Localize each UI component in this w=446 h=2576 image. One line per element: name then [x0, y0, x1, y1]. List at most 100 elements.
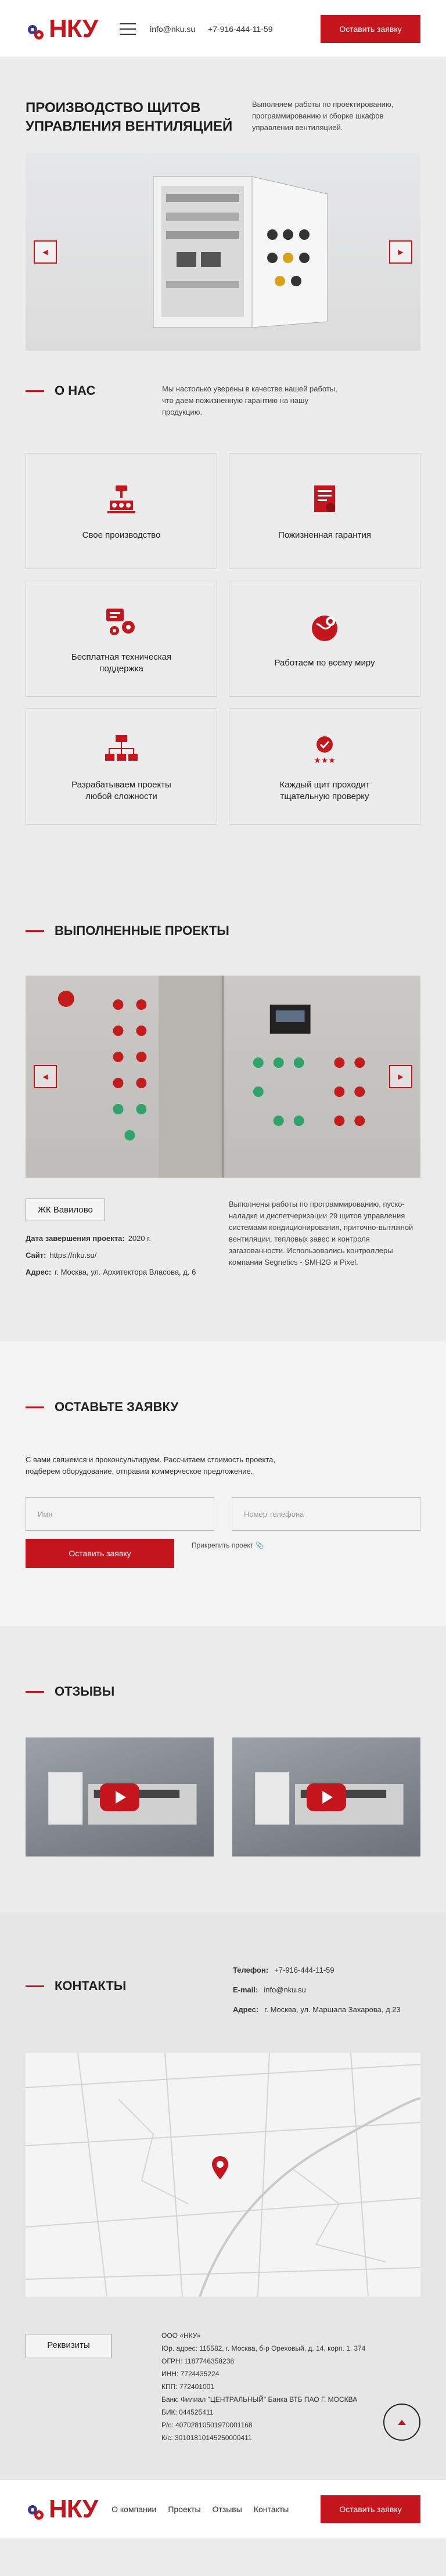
logo[interactable]: НКУ	[26, 15, 98, 44]
feature-card: Пожизненная гарантия	[229, 453, 420, 569]
map[interactable]	[26, 2053, 420, 2297]
projects-title: Выполненные проекты	[26, 923, 420, 938]
reviews-section: Отзывы	[0, 1626, 446, 1912]
address-label: Адрес:	[26, 1268, 52, 1276]
project-address: г. Москва, ул. Архитектора Власова, д. 6	[55, 1268, 196, 1276]
menu-burger-icon[interactable]	[120, 23, 136, 35]
requisite-line: ИНН: 7724435224	[161, 2370, 220, 2378]
hero-text: Выполняем работы по проектированию, прог…	[252, 100, 394, 132]
hero-title: Производство щитов управления вентиляцие…	[26, 100, 233, 134]
project-details: ЖК Вавилово Дата завершения проекта: 2020…	[26, 1199, 420, 1276]
footer-nav: О компании Проекты Отзывы Контакты	[112, 2505, 289, 2514]
phone-input[interactable]: Номер телефона	[232, 1497, 420, 1531]
footer-nav-contacts[interactable]: Контакты	[254, 2505, 289, 2514]
project-description: Выполнены работы по программированию, пу…	[229, 1200, 413, 1267]
paperclip-icon: 📎	[255, 1541, 264, 1549]
feature-label: Каждый щит проходит тщательную проверку	[279, 780, 370, 801]
feature-label: Свое производство	[82, 530, 161, 540]
requisite-line: Р/с: 40702810501970001168	[161, 2421, 253, 2429]
contact-email[interactable]: info@nku.su	[264, 1985, 305, 1994]
contacts-section: Контакты Телефон: +7-916-444-11-59 E-mail…	[0, 1912, 446, 2479]
project-date: 2020 г.	[128, 1234, 152, 1243]
feature-label: Пожизненная гарантия	[278, 530, 371, 540]
site-header: НКУ info@nku.su +7-916-444-11-59 Оставит…	[0, 0, 446, 58]
hierarchy-icon	[103, 731, 140, 768]
projects-section: Выполненные проекты ◀ ▶ ЖК Вавилово Дата…	[0, 923, 446, 1276]
feature-card: ★★★ Каждый щит проходит тщательную прове…	[229, 708, 420, 825]
hero-slider: ◀ ▶	[26, 153, 420, 351]
feature-label: Разрабатываем проекты любой сложности	[71, 780, 171, 801]
certificate-icon	[306, 481, 343, 518]
cabinet-image	[153, 176, 328, 328]
feature-card: Работаем по всему миру	[229, 581, 420, 697]
header-phone[interactable]: +7-916-444-11-59	[208, 24, 272, 34]
requisites-list: ООО «НКУ» Юр. адрес: 115582, г. Москва, …	[161, 2329, 365, 2444]
reviews-title: Отзывы	[26, 1684, 420, 1699]
factory-icon	[103, 481, 140, 518]
requisite-line: К/с: 30101810145250000411	[161, 2434, 252, 2442]
review-video[interactable]	[232, 1737, 420, 1857]
features-grid: Свое производство Пожизненная гарантия Б…	[26, 453, 420, 825]
requisites-button[interactable]: Реквизиты	[26, 2334, 112, 2358]
requisite-line: БИК: 044525411	[161, 2408, 214, 2416]
quality-badge-icon: ★★★	[306, 731, 343, 768]
projects-prev-arrow[interactable]: ◀	[34, 1065, 57, 1088]
footer-nav-projects[interactable]: Проекты	[168, 2505, 200, 2514]
feature-label: Бесплатная техническая поддержка	[71, 652, 172, 674]
gear-logo-icon	[26, 19, 45, 39]
globe-pin-icon	[306, 609, 343, 646]
feature-card: Свое производство	[26, 453, 217, 569]
hero-prev-arrow[interactable]: ◀	[34, 240, 57, 264]
feature-card: Бесплатная техническая поддержка	[26, 581, 217, 697]
projects-next-arrow[interactable]: ▶	[389, 1065, 412, 1088]
hero-next-arrow[interactable]: ▶	[389, 240, 412, 264]
header-contacts: info@nku.su +7-916-444-11-59	[150, 24, 283, 34]
contact-phone[interactable]: +7-916-444-11-59	[274, 1966, 334, 1974]
logo-text: НКУ	[49, 14, 98, 43]
footer-nav-about[interactable]: О компании	[112, 2505, 156, 2514]
request-description: С вами свяжемся и проконсультируем. Расс…	[26, 1455, 276, 1476]
requisite-line: КПП: 772401001	[161, 2383, 214, 2391]
about-title: О нас	[26, 383, 162, 398]
logo-text: НКУ	[49, 2494, 98, 2523]
requisite-line: ОГРН: 1187746358238	[161, 2357, 235, 2365]
support-icon	[103, 603, 140, 640]
map-pin-icon	[211, 2156, 229, 2182]
gear-logo-icon	[26, 2499, 45, 2520]
svg-text:★★★: ★★★	[314, 756, 336, 765]
requisite-line: ООО «НКУ»	[161, 2332, 201, 2340]
request-section: Оставьте заявку С вами свяжемся и прокон…	[0, 1341, 446, 1626]
requisite-line: Банк: Филиал "ЦЕНТРАЛЬНЫЙ" Банка ВТБ ПАО…	[161, 2395, 358, 2404]
about-text: Мы настолько уверены в качестве нашей ра…	[162, 384, 337, 416]
project-name: ЖК Вавилово	[26, 1199, 105, 1221]
play-icon[interactable]	[100, 1783, 139, 1811]
scroll-up-icon[interactable]	[383, 2404, 420, 2441]
feature-label: Работаем по всему миру	[274, 658, 375, 668]
phone-label: Телефон:	[233, 1966, 269, 1974]
contacts-title: Контакты	[26, 1978, 233, 1994]
attach-project-link[interactable]: Прикрепить проект 📎	[192, 1541, 264, 1549]
request-title: Оставьте заявку	[26, 1399, 420, 1415]
header-request-button[interactable]: Оставить заявку	[321, 15, 420, 43]
footer-nav-reviews[interactable]: Отзывы	[213, 2505, 242, 2514]
footer-request-button[interactable]: Оставить заявку	[321, 2495, 420, 2523]
submit-request-button[interactable]: Оставить заявку	[26, 1539, 174, 1568]
project-site-link[interactable]: https://nku.su/	[49, 1251, 96, 1260]
date-label: Дата завершения проекта:	[26, 1234, 125, 1243]
footer-logo[interactable]: НКУ	[26, 2495, 98, 2524]
attach-label: Прикрепить проект	[192, 1541, 254, 1549]
requisite-line: Юр. адрес: 115582, г. Москва, б-р Орехов…	[161, 2344, 366, 2352]
name-input[interactable]: Имя	[26, 1497, 214, 1531]
site-label: Сайт:	[26, 1251, 46, 1260]
header-email[interactable]: info@nku.su	[150, 24, 195, 34]
projects-slider: ◀ ▶	[26, 976, 420, 1178]
hero-section: Производство щитов управления вентиляцие…	[0, 58, 446, 351]
site-footer: НКУ О компании Проекты Отзывы Контакты О…	[0, 2479, 446, 2538]
email-label: E-mail:	[233, 1985, 258, 1994]
contact-address: г. Москва, ул. Маршала Захарова, д.23	[264, 2005, 401, 2014]
about-section: О нас Мы настолько уверены в качестве на…	[0, 383, 446, 825]
address-label: Адрес:	[233, 2005, 259, 2014]
review-video[interactable]	[26, 1737, 214, 1857]
play-icon[interactable]	[307, 1783, 346, 1811]
feature-card: Разрабатываем проекты любой сложности	[26, 708, 217, 825]
